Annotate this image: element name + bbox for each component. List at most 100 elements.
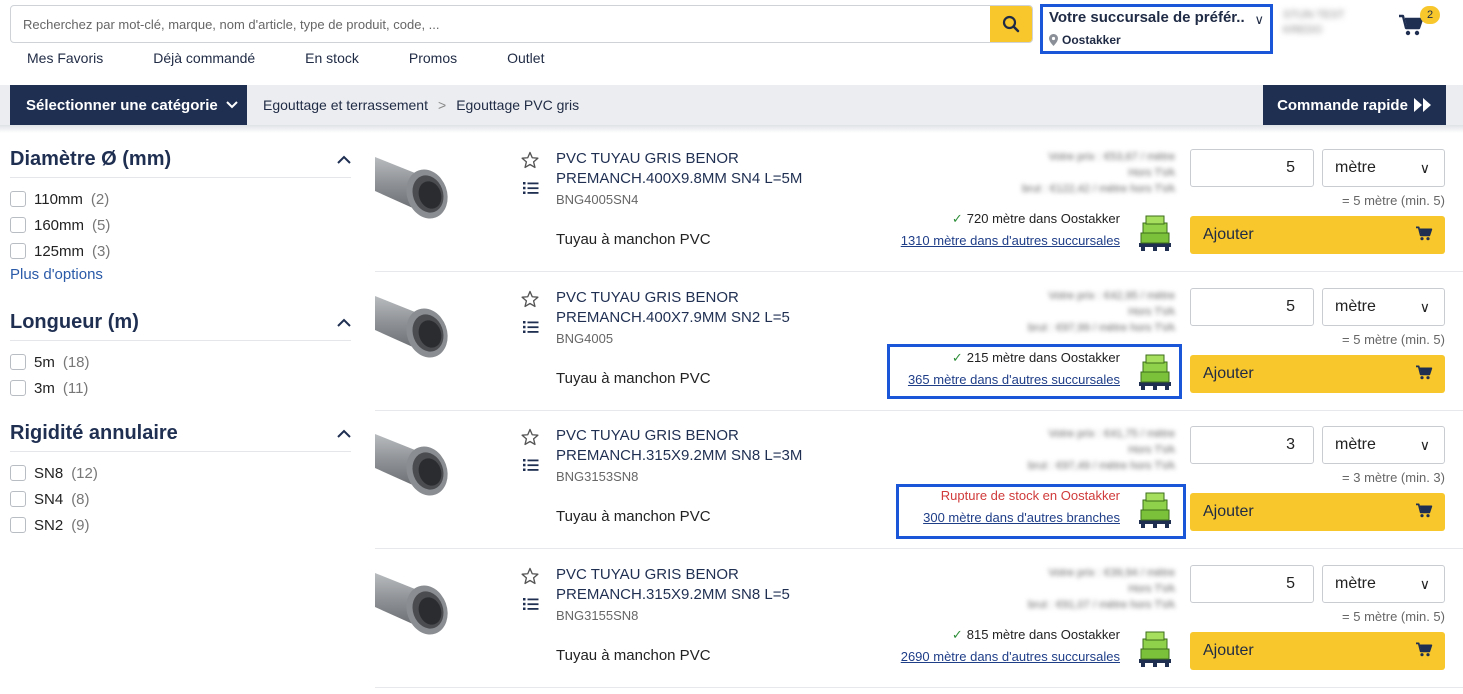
filter-header[interactable]: Longueur (m) <box>10 311 351 341</box>
stock-other-branches-link[interactable]: 1310 mètre dans d'autres succursales <box>901 233 1120 248</box>
checkbox[interactable] <box>10 243 26 259</box>
breadcrumb-item[interactable]: Egouttage et terrassement <box>263 97 428 113</box>
product-price: Votre prix : €42,95 / mètre Hors TVA bru… <box>955 288 1175 336</box>
checkbox[interactable] <box>10 217 26 233</box>
user-name: STIJN TEST <box>1283 9 1345 21</box>
option-count: (3) <box>92 242 111 260</box>
pallet-icon <box>1139 215 1171 251</box>
cart-icon <box>1416 503 1433 518</box>
list-icon[interactable] <box>523 597 539 611</box>
user-company: KREDO <box>1283 24 1323 36</box>
option-label: SN8 <box>34 464 64 482</box>
filter-option[interactable]: SN4 (8) <box>10 486 351 512</box>
cart-icon <box>1416 226 1433 241</box>
quantity-input[interactable]: 5 <box>1190 565 1314 603</box>
price-net: Votre prix : €42,95 / mètre <box>1048 290 1175 302</box>
product-description: Tuyau à manchon PVC <box>556 647 711 664</box>
list-icon[interactable] <box>523 320 539 334</box>
search-input[interactable] <box>11 6 991 42</box>
star-icon[interactable] <box>521 567 539 585</box>
product-image[interactable] <box>375 424 457 502</box>
branch-location-label: Oostakker <box>1062 33 1121 47</box>
checkbox[interactable] <box>10 517 26 533</box>
list-icon[interactable] <box>523 458 539 472</box>
unit-select[interactable]: mètre ∨ <box>1322 565 1445 603</box>
quantity-input[interactable]: 5 <box>1190 288 1314 326</box>
filter-option[interactable]: 3m (11) <box>10 375 351 401</box>
nav-already-ordered[interactable]: Déjà commandé <box>153 50 255 66</box>
unit-select[interactable]: mètre ∨ <box>1322 426 1445 464</box>
unit-select[interactable]: mètre ∨ <box>1322 149 1445 187</box>
minimum-quantity-note: = 5 mètre (min. 5) <box>1342 609 1445 624</box>
product-description: Tuyau à manchon PVC <box>556 508 711 525</box>
product-image[interactable] <box>375 563 457 641</box>
price-vat-note: Hors TVA <box>1128 306 1175 318</box>
option-count: (11) <box>62 379 89 397</box>
product-image[interactable] <box>375 286 457 364</box>
filter-option[interactable]: 5m (18) <box>10 349 351 375</box>
checkbox[interactable] <box>10 491 26 507</box>
add-to-cart-button[interactable]: Ajouter <box>1190 493 1445 531</box>
quick-order-button[interactable]: Commande rapide <box>1263 85 1446 125</box>
checkbox[interactable] <box>10 191 26 207</box>
filter-option[interactable]: SN8 (12) <box>10 460 351 486</box>
list-icon[interactable] <box>523 181 539 195</box>
product-name[interactable]: PVC TUYAU GRIS BENOR PREMANCH.315X9.2MM … <box>556 426 856 466</box>
minimum-quantity-note: = 5 mètre (min. 5) <box>1342 193 1445 208</box>
product-name[interactable]: PVC TUYAU GRIS BENOR PREMANCH.315X9.2MM … <box>556 565 856 605</box>
nav-favorites[interactable]: Mes Favoris <box>27 50 103 66</box>
unit-select[interactable]: mètre ∨ <box>1322 288 1445 326</box>
search-button[interactable] <box>990 6 1032 42</box>
branch-title: Votre succursale de préfér... <box>1049 9 1244 26</box>
nav-outlet[interactable]: Outlet <box>507 50 544 66</box>
price-gross: brut : €97,99 / mètre hors TVA <box>1028 322 1175 334</box>
filter-option[interactable]: SN2 (9) <box>10 512 351 538</box>
filter-header[interactable]: Rigidité annulaire <box>10 422 351 452</box>
filter-header[interactable]: Diamètre Ø (mm) <box>10 148 351 178</box>
cart-button[interactable]: 2 <box>1398 6 1440 42</box>
minimum-quantity-note: = 5 mètre (min. 5) <box>1342 332 1445 347</box>
quantity-input[interactable]: 5 <box>1190 149 1314 187</box>
checkbox[interactable] <box>10 354 26 370</box>
filter-option[interactable]: 125mm (3) <box>10 238 351 264</box>
location-pin-icon <box>1049 34 1058 46</box>
star-icon[interactable] <box>521 290 539 308</box>
product-code: BNG3155SN8 <box>556 608 639 623</box>
preferred-branch-selector[interactable]: Votre succursale de préfér... ∨ Oostakke… <box>1040 4 1273 54</box>
checkbox[interactable] <box>10 465 26 481</box>
add-to-cart-label: Ajouter <box>1203 642 1254 659</box>
category-select-label: Sélectionner une catégorie <box>26 96 218 114</box>
chevron-down-icon: ∨ <box>1419 437 1430 453</box>
nav-promos[interactable]: Promos <box>409 50 457 66</box>
product-description: Tuyau à manchon PVC <box>556 231 711 248</box>
stock-info: ✓ 815 mètre dans Oostakker 2690 mètre dan… <box>901 624 1120 668</box>
product-code: BNG4005SN4 <box>556 192 639 207</box>
add-to-cart-button[interactable]: Ajouter <box>1190 216 1445 254</box>
nav-in-stock[interactable]: En stock <box>305 50 359 66</box>
add-to-cart-button[interactable]: Ajouter <box>1190 355 1445 393</box>
quantity-input[interactable]: 3 <box>1190 426 1314 464</box>
filter-option[interactable]: 110mm (2) <box>10 186 351 212</box>
chevron-up-icon <box>337 318 351 327</box>
filter-option[interactable]: 160mm (5) <box>10 212 351 238</box>
star-icon[interactable] <box>521 151 539 169</box>
search-icon <box>1002 15 1020 33</box>
more-options-link[interactable]: Plus d'options <box>10 266 351 283</box>
product-image[interactable] <box>375 147 457 225</box>
check-icon: ✓ <box>951 627 963 642</box>
product-price: Votre prix : €41,75 / mètre Hors TVA bru… <box>955 426 1175 474</box>
user-account[interactable]: STIJN TEST KREDO <box>1283 8 1383 42</box>
stock-local-label: 720 mètre dans Oostakker <box>966 211 1120 226</box>
product-name[interactable]: PVC TUYAU GRIS BENOR PREMANCH.400X9.8MM … <box>556 149 856 189</box>
price-vat-note: Hors TVA <box>1128 444 1175 456</box>
option-count: (2) <box>90 190 110 208</box>
product-name[interactable]: PVC TUYAU GRIS BENOR PREMANCH.400X7.9MM … <box>556 288 856 328</box>
stock-other-branches-link[interactable]: 2690 mètre dans d'autres succursales <box>901 649 1120 664</box>
star-icon[interactable] <box>521 428 539 446</box>
checkbox[interactable] <box>10 380 26 396</box>
unit-select-label: mètre <box>1335 159 1376 176</box>
breadcrumb-item[interactable]: Egouttage PVC gris <box>456 97 579 113</box>
category-select-button[interactable]: Sélectionner une catégorie <box>10 85 247 125</box>
check-icon: ✓ <box>951 211 963 226</box>
add-to-cart-button[interactable]: Ajouter <box>1190 632 1445 670</box>
